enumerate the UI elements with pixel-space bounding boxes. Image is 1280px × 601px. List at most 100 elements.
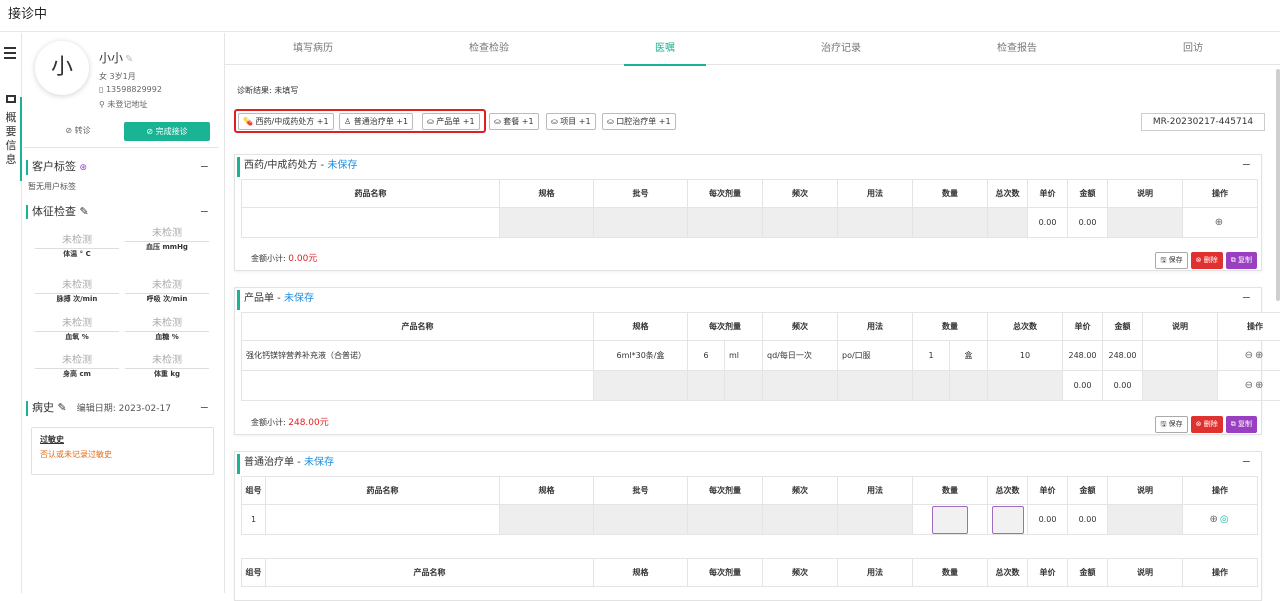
vital-weight[interactable]: 未检测体重 kg <box>125 354 209 379</box>
record-number-field[interactable]: MR-20230217-445714 <box>1141 113 1265 131</box>
copy-button[interactable]: ⧉ 复制 <box>1226 252 1257 269</box>
tab-exam-report[interactable]: 检查报告 <box>929 33 1105 65</box>
vital-oxygen[interactable]: 未检测血氧 % <box>35 317 119 342</box>
frequency-select[interactable] <box>763 371 838 401</box>
transfer-button[interactable]: ⊘ 转诊 <box>35 121 121 140</box>
usage-cell[interactable] <box>838 505 913 535</box>
column-header: 操作 <box>1183 477 1258 505</box>
vitals-header: 体征检查 ✎ <box>26 205 89 219</box>
overview-info-tab[interactable]: 概 要 信 息 <box>0 95 22 167</box>
note-input[interactable] <box>1143 371 1218 401</box>
save-button[interactable]: 🖫 保存 <box>1155 252 1187 269</box>
menu-icon[interactable] <box>4 47 16 62</box>
dose-input[interactable]: 6 <box>688 341 725 371</box>
drug-name-input[interactable] <box>242 208 500 238</box>
edit-vitals-icon[interactable]: ✎ <box>80 205 89 218</box>
card-collapse-button[interactable]: − <box>1242 291 1251 304</box>
add-package-button[interactable]: ⛀ 套餐 +1 <box>489 113 539 130</box>
vitals-collapse-button[interactable]: − <box>200 205 209 218</box>
vital-height[interactable]: 未检测身高 cm <box>35 354 119 379</box>
times-input[interactable]: 10 <box>988 341 1063 371</box>
card-collapse-button[interactable]: − <box>1242 455 1251 468</box>
vital-temperature[interactable]: 未检测体温 ° C <box>35 234 119 259</box>
tab-treatment-record[interactable]: 治疗记录 <box>753 33 929 65</box>
column-header: 操作 <box>1218 313 1280 341</box>
times-box[interactable] <box>992 506 1024 534</box>
finish-visit-button[interactable]: ⊘ 完成接诊 <box>124 122 210 141</box>
frequency-select[interactable]: qd/每日一次 <box>763 341 838 371</box>
tab-orders[interactable]: 医嘱 <box>577 33 753 65</box>
note-input[interactable] <box>1143 341 1218 371</box>
add-row-icon[interactable]: ⊕ <box>1255 380 1265 391</box>
card-title: 西药/中成药处方 - 未保存 <box>237 157 1261 177</box>
delete-button[interactable]: ⊗ 删除 <box>1191 416 1223 433</box>
add-western-prescription-button[interactable]: 💊 西药/中成药处方 +1 <box>238 113 334 130</box>
allergy-text[interactable]: 否认或未记录过敏史 <box>40 449 205 460</box>
column-header: 规格 <box>594 313 688 341</box>
card-title-text: 西药/中成药处方 - <box>244 160 327 171</box>
times-input[interactable] <box>988 371 1063 401</box>
note-input[interactable] <box>1108 505 1183 535</box>
tags-collapse-button[interactable]: − <box>200 160 209 173</box>
table-row: 1 0.00 0.00 ⊕◎ <box>242 505 1258 535</box>
usage-cell[interactable] <box>838 208 913 238</box>
quantity-input[interactable]: 1 <box>913 341 950 371</box>
add-item-button[interactable]: ⛀ 项目 +1 <box>546 113 596 130</box>
quantity-input[interactable] <box>913 371 950 401</box>
column-header: 频次 <box>763 313 838 341</box>
history-edit-date: 编辑日期: 2023-02-17 <box>77 404 171 414</box>
column-header: 操作 <box>1183 180 1258 208</box>
add-row-icon[interactable]: ⊕ <box>1215 217 1225 228</box>
copy-button[interactable]: ⧉ 复制 <box>1226 416 1257 433</box>
tag-icon[interactable]: ⊛ <box>80 163 88 173</box>
vital-blood-pressure[interactable]: 未检测血压 mmHg <box>125 227 209 252</box>
tab-follow-up[interactable]: 回访 <box>1105 33 1280 65</box>
dose-input[interactable] <box>688 371 725 401</box>
dose-cell[interactable] <box>688 208 763 238</box>
scrollbar[interactable] <box>1276 69 1280 301</box>
table-row: 强化钙镁锌营养补充液（合普诺） 6ml*30条/盒 6 ml qd/每日一次 p… <box>242 341 1280 371</box>
save-button[interactable]: 🖫 保存 <box>1155 416 1187 433</box>
dose-cell[interactable] <box>688 505 763 535</box>
times-cell[interactable] <box>988 208 1028 238</box>
times-input[interactable] <box>988 505 1028 535</box>
frequency-cell[interactable] <box>763 208 838 238</box>
quantity-input[interactable] <box>913 505 988 535</box>
edit-name-icon[interactable]: ✎ <box>125 54 133 65</box>
subtotal-label: 金额小计: <box>251 418 286 427</box>
product-name-cell[interactable]: 强化钙镁锌营养补充液（合普诺） <box>242 341 594 371</box>
tab-medical-record[interactable]: 填写病历 <box>225 33 401 65</box>
remove-row-icon[interactable]: ⊖ <box>1245 380 1255 391</box>
vital-respiration[interactable]: 未检测呼吸 次/min <box>125 279 209 304</box>
remove-row-icon[interactable]: ⊖ <box>1245 350 1255 361</box>
add-row-icon[interactable]: ⊕ <box>1255 350 1265 361</box>
column-header: 操作 <box>1183 559 1258 587</box>
add-treatment-button[interactable]: ♙ 普通治疗单 +1 <box>339 113 413 130</box>
history-collapse-button[interactable]: − <box>200 401 209 414</box>
product-card: 产品单 - 未保存 − 产品名称 规格 每次剂量 频次 用法 数量 总次数 单价… <box>234 287 1262 435</box>
add-product-button[interactable]: ⛀ 产品单 +1 <box>422 113 480 130</box>
product-name-input[interactable] <box>242 371 594 401</box>
card-collapse-button[interactable]: − <box>1242 158 1251 171</box>
vital-glucose[interactable]: 未检测血糖 % <box>125 317 209 342</box>
drug-name-input[interactable] <box>266 505 500 535</box>
delete-button[interactable]: ⊗ 删除 <box>1191 252 1223 269</box>
note-cell[interactable] <box>1108 208 1183 238</box>
add-row-icon[interactable]: ⊕ <box>1209 514 1219 525</box>
table-header-row: 组号 产品名称 规格 每次剂量 频次 用法 数量 总次数 单价 金额 说明 操作 <box>242 559 1258 587</box>
edit-history-icon[interactable]: ✎ <box>58 401 67 414</box>
quantity-box[interactable] <box>932 506 968 534</box>
quantity-cell[interactable] <box>913 208 988 238</box>
usage-select[interactable]: po/口服 <box>838 341 913 371</box>
frequency-cell[interactable] <box>763 505 838 535</box>
add-dental-button[interactable]: ⛀ 口腔治疗单 +1 <box>602 113 676 130</box>
spec-cell <box>500 208 594 238</box>
patient-panel: 小 小小✎ 女 3岁1月 ▯ 13598829992 ⚲ 未登记地址 ⊘ 转诊 … <box>23 33 219 593</box>
table-header-row: 药品名称 规格 批号 每次剂量 频次 用法 数量 总次数 单价 金额 说明 操作 <box>242 180 1258 208</box>
tab-examination[interactable]: 检查检验 <box>401 33 577 65</box>
column-header: 用法 <box>838 477 913 505</box>
vital-pulse[interactable]: 未检测脉搏 次/min <box>35 279 119 304</box>
link-group-icon[interactable]: ◎ <box>1220 514 1231 525</box>
usage-select[interactable] <box>838 371 913 401</box>
card-status: 未保存 <box>327 160 357 171</box>
